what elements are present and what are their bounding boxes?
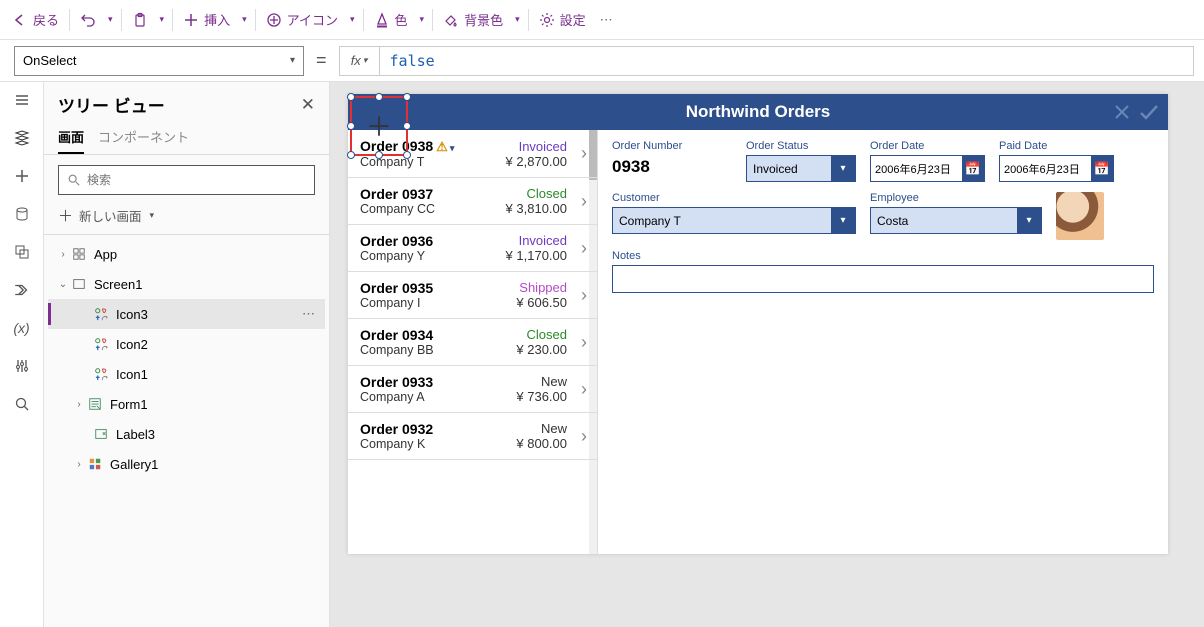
paste-button[interactable] bbox=[126, 8, 154, 32]
tree-node-form1[interactable]: › Form1 bbox=[48, 389, 325, 419]
order-date-picker[interactable]: 2006年6月23日📅 bbox=[870, 155, 985, 182]
label-order-number: Order Number bbox=[612, 140, 732, 152]
label-icon bbox=[92, 425, 110, 443]
order-detail-form: Order Number 0938 Order Status Invoiced▾… bbox=[598, 130, 1168, 554]
customer-dropdown[interactable]: Company T▾ bbox=[612, 207, 856, 234]
fx-label[interactable]: fx▾ bbox=[340, 47, 380, 75]
rail-tree-icon[interactable] bbox=[12, 128, 32, 148]
undo-dropdown[interactable]: ▾ bbox=[104, 14, 117, 25]
color-dropdown[interactable]: ▾ bbox=[416, 14, 429, 25]
save-icon[interactable] bbox=[1138, 101, 1160, 123]
chevron-right-icon: › bbox=[581, 143, 587, 164]
label-order-status: Order Status bbox=[746, 140, 856, 152]
order-item[interactable]: Order 0936Company Y Invoiced¥ 1,170.00 › bbox=[348, 225, 597, 272]
order-gallery[interactable]: Order 0938⚠▾ Company T Invoiced ¥ 2,870.… bbox=[348, 130, 598, 554]
chevron-right-icon: › bbox=[581, 426, 587, 447]
command-bar: 戻る ▾ ▾ 挿入 ▾ アイコン ▾ 色 ▾ 背景色 ▾ 設定 ⋯ bbox=[0, 0, 1204, 40]
equals-sign: = bbox=[312, 50, 331, 71]
formula-input[interactable]: false bbox=[380, 52, 1193, 70]
tree-node-icon1[interactable]: Icon1 bbox=[48, 359, 325, 389]
order-item[interactable]: Order 0932Company K New¥ 800.00 › bbox=[348, 413, 597, 460]
rail-variables-icon[interactable]: (x) bbox=[12, 318, 32, 338]
chevron-right-icon: › bbox=[581, 191, 587, 212]
search-icon bbox=[67, 173, 81, 187]
label-paid-date: Paid Date bbox=[999, 140, 1114, 152]
close-icon[interactable]: ✕ bbox=[301, 95, 315, 115]
employee-dropdown[interactable]: Costa▾ bbox=[870, 207, 1042, 234]
chevron-right-icon: › bbox=[581, 379, 587, 400]
order-item[interactable]: Order 0933Company A New¥ 736.00 › bbox=[348, 366, 597, 413]
insert-dropdown[interactable]: ▾ bbox=[238, 14, 251, 25]
undo-button[interactable] bbox=[74, 8, 102, 32]
order-item[interactable]: Order 0934Company BB Closed¥ 230.00 › bbox=[348, 319, 597, 366]
formula-input-wrap: fx▾ false bbox=[339, 46, 1194, 76]
bgcolor-button[interactable]: 背景色 bbox=[437, 6, 509, 33]
employee-avatar bbox=[1056, 192, 1104, 240]
icon-dropdown[interactable]: ▾ bbox=[346, 14, 359, 25]
cancel-icon[interactable] bbox=[1112, 102, 1132, 122]
rail-media-icon[interactable] bbox=[12, 242, 32, 262]
rail-flow-icon[interactable] bbox=[12, 280, 32, 300]
app-icon bbox=[70, 245, 88, 263]
tree-node-screen1[interactable]: ⌄ Screen1 bbox=[48, 269, 325, 299]
paste-dropdown[interactable]: ▾ bbox=[156, 14, 169, 25]
tree-node-gallery1[interactable]: › Gallery1 bbox=[48, 449, 325, 479]
form-icon bbox=[86, 395, 104, 413]
control-icon bbox=[92, 305, 110, 323]
tree-search-input[interactable] bbox=[87, 173, 306, 187]
app-header: Northwind Orders bbox=[348, 94, 1168, 130]
screen-icon bbox=[70, 275, 88, 293]
rail-hamburger-icon[interactable] bbox=[12, 90, 32, 110]
new-screen-button[interactable]: ＋ 新しい画面 ▾ bbox=[44, 201, 329, 234]
control-icon bbox=[92, 335, 110, 353]
color-button[interactable]: 色 bbox=[368, 6, 414, 33]
order-number-value: 0938 bbox=[612, 155, 732, 177]
tree-node-app[interactable]: › App bbox=[48, 239, 325, 269]
label-notes: Notes bbox=[612, 250, 1154, 262]
gallery-icon bbox=[86, 455, 104, 473]
warning-icon: ⚠ bbox=[436, 139, 448, 154]
app-title: Northwind Orders bbox=[686, 102, 831, 122]
order-item[interactable]: Order 0935Company I Shipped¥ 606.50 › bbox=[348, 272, 597, 319]
tree-node-icon2[interactable]: Icon2 bbox=[48, 329, 325, 359]
tree-search[interactable] bbox=[58, 165, 315, 195]
rail-insert-icon[interactable] bbox=[12, 166, 32, 186]
chevron-right-icon: › bbox=[581, 238, 587, 259]
formula-bar: OnSelect ▾ = fx▾ false bbox=[0, 40, 1204, 82]
property-selector[interactable]: OnSelect ▾ bbox=[14, 46, 304, 76]
bgcolor-dropdown[interactable]: ▾ bbox=[511, 14, 524, 25]
label-order-date: Order Date bbox=[870, 140, 985, 152]
calendar-icon[interactable]: 📅 bbox=[962, 156, 984, 181]
label-customer: Customer bbox=[612, 192, 856, 204]
rail-search-icon[interactable] bbox=[12, 394, 32, 414]
node-more-icon[interactable]: ⋯ bbox=[302, 306, 317, 322]
label-employee: Employee bbox=[870, 192, 1042, 204]
tree-panel: ツリー ビュー ✕ 画面 コンポーネント ＋ 新しい画面 ▾ › App ⌄ bbox=[44, 82, 330, 627]
paid-date-picker[interactable]: 2006年6月23日📅 bbox=[999, 155, 1114, 182]
canvas-area: Northwind Orders ＋ bbox=[330, 82, 1204, 627]
tree-node-label3[interactable]: Label3 bbox=[48, 419, 325, 449]
icon-button[interactable]: アイコン bbox=[260, 6, 344, 33]
tab-screens[interactable]: 画面 bbox=[58, 121, 84, 154]
control-icon bbox=[92, 365, 110, 383]
add-icon[interactable]: ＋ bbox=[366, 107, 392, 144]
more-button[interactable]: ⋯ bbox=[594, 8, 619, 32]
back-button[interactable]: 戻る bbox=[6, 6, 65, 33]
chevron-right-icon: › bbox=[581, 285, 587, 306]
tree-node-icon3[interactable]: Icon3 ⋯ bbox=[48, 299, 325, 329]
order-status-dropdown[interactable]: Invoiced▾ bbox=[746, 155, 856, 182]
left-rail: (x) bbox=[0, 82, 44, 627]
tab-components[interactable]: コンポーネント bbox=[98, 121, 189, 154]
insert-button[interactable]: 挿入 bbox=[177, 6, 236, 33]
app-canvas[interactable]: Northwind Orders ＋ bbox=[348, 94, 1168, 554]
settings-button[interactable]: 設定 bbox=[533, 6, 592, 33]
notes-input[interactable] bbox=[612, 265, 1154, 293]
tree-view: › App ⌄ Screen1 Icon3 ⋯ Icon2 Icon1 bbox=[44, 239, 329, 627]
order-item[interactable]: Order 0937Company CC Closed¥ 3,810.00 › bbox=[348, 178, 597, 225]
chevron-right-icon: › bbox=[581, 332, 587, 353]
rail-data-icon[interactable] bbox=[12, 204, 32, 224]
tree-panel-title: ツリー ビュー bbox=[58, 92, 165, 117]
rail-tools-icon[interactable] bbox=[12, 356, 32, 376]
calendar-icon[interactable]: 📅 bbox=[1091, 156, 1113, 181]
